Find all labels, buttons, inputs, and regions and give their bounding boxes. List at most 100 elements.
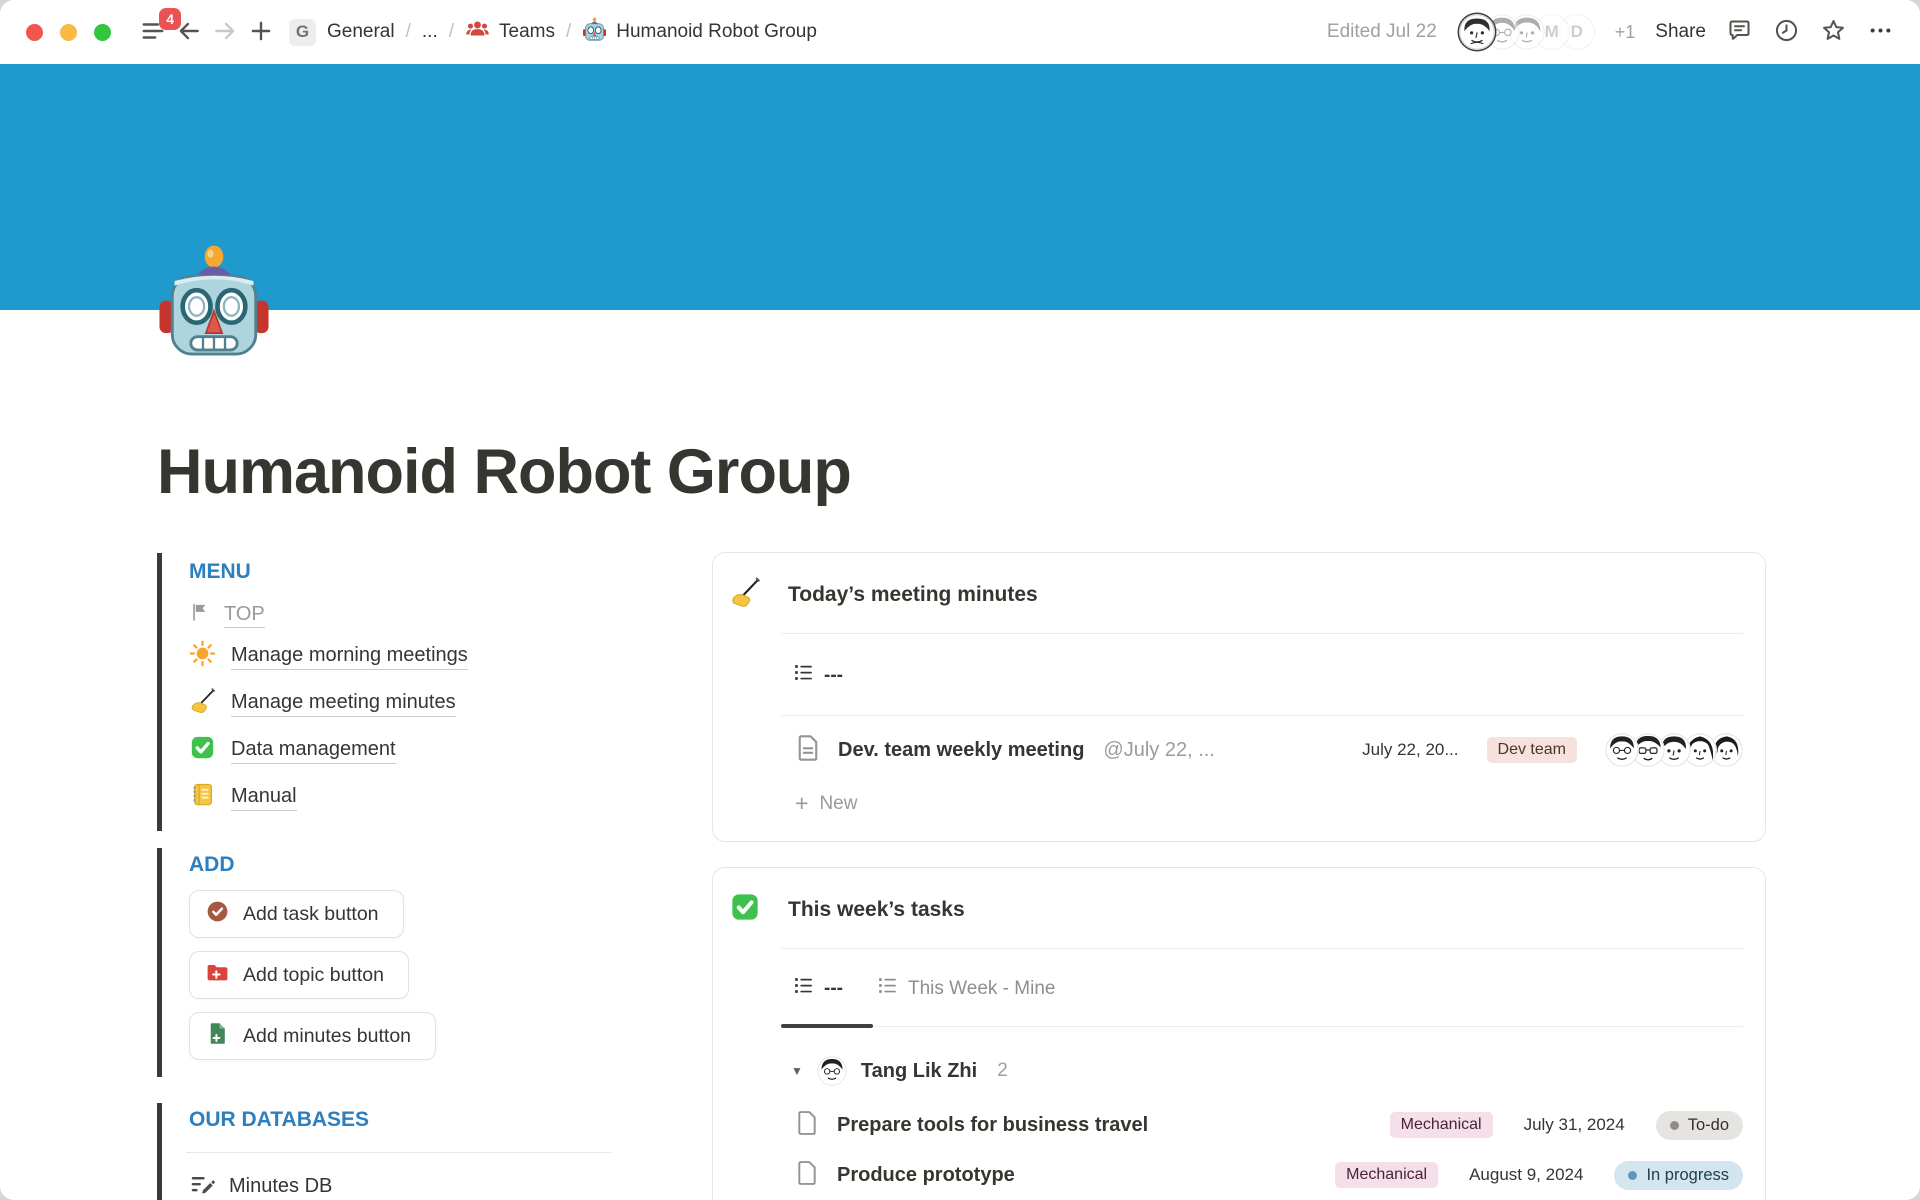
page-cover[interactable]	[0, 64, 1920, 310]
avatar[interactable]	[1459, 14, 1495, 50]
view-tab-this-week-mine[interactable]: This Week - Mine	[877, 975, 1055, 1002]
star-icon	[1820, 17, 1847, 47]
breadcrumb-page[interactable]: Humanoid Robot Group	[582, 17, 817, 48]
compose-icon	[189, 1172, 215, 1200]
writing-hand-icon	[189, 687, 216, 720]
meeting-date-mention: @July 22, ...	[1103, 739, 1214, 762]
menu-link-morning-meetings[interactable]: Manage morning meetings	[189, 633, 713, 680]
app-window: 4 G General / ... / Teams / Humanoid Rob…	[0, 0, 1920, 1200]
new-row-label: New	[819, 793, 857, 815]
toolbar: 4 G General / ... / Teams / Humanoid Rob…	[0, 0, 1920, 64]
status-label: In progress	[1646, 1166, 1729, 1185]
menu-link-data-management[interactable]: Data management	[189, 727, 713, 774]
task-title: Prepare tools for business travel	[837, 1114, 1148, 1137]
divider	[781, 633, 1743, 634]
menu-link-label: Manual	[231, 785, 297, 811]
more-options-button[interactable]	[1867, 17, 1894, 47]
avatar	[817, 1056, 847, 1086]
folder-plus-icon	[205, 960, 230, 991]
collapse-caret-icon[interactable]: ▼	[791, 1064, 803, 1078]
view-tab-default[interactable]: ---	[793, 662, 843, 689]
list-view-icon	[877, 975, 898, 1002]
favorite-button[interactable]	[1820, 17, 1847, 47]
add-minutes-button-label: Add minutes button	[243, 1025, 411, 1048]
view-tab-label: ---	[824, 665, 843, 687]
workspace-icon[interactable]: G	[289, 19, 316, 46]
breadcrumb-ellipsis[interactable]: ...	[422, 21, 438, 43]
divider	[186, 1152, 611, 1153]
breadcrumb-teams-label: Teams	[499, 21, 555, 43]
minutes-db-link[interactable]: Minutes DB	[189, 1170, 713, 1200]
forward-button[interactable]	[207, 14, 243, 50]
maximize-window-button[interactable]	[94, 24, 111, 41]
menu-link-top[interactable]: TOP	[189, 597, 713, 633]
category-tag[interactable]: Mechanical	[1390, 1112, 1493, 1138]
robot-icon	[582, 17, 607, 48]
file-plus-icon	[205, 1021, 230, 1052]
teams-people-icon	[465, 17, 490, 48]
status-badge[interactable]: To-do	[1656, 1111, 1743, 1140]
page-robot-icon[interactable]	[156, 245, 272, 361]
card-title: This week’s tasks	[788, 898, 965, 922]
add-heading: ADD	[189, 852, 713, 878]
view-tab-label: This Week - Mine	[908, 978, 1055, 1000]
updates-button[interactable]	[1773, 17, 1800, 47]
add-topic-button-label: Add topic button	[243, 964, 384, 987]
writing-hand-icon	[729, 576, 761, 613]
group-name[interactable]: Tang Lik Zhi	[861, 1060, 977, 1083]
status-badge[interactable]: In progress	[1614, 1161, 1743, 1190]
task-row[interactable]: Prepare tools for business travel Mechan…	[713, 1087, 1765, 1141]
status-dot	[1670, 1121, 1679, 1130]
status-label: To-do	[1688, 1116, 1729, 1135]
back-arrow-icon	[176, 18, 202, 47]
menu-link-meeting-minutes[interactable]: Manage meeting minutes	[189, 680, 713, 727]
right-column: Today’s meeting minutes --- Dev. team we…	[712, 552, 1766, 1200]
new-page-button[interactable]	[243, 14, 279, 50]
task-due-date: July 31, 2024	[1524, 1115, 1625, 1135]
avatar[interactable]	[1605, 733, 1639, 767]
menu-link-manual[interactable]: Manual	[189, 774, 713, 821]
view-tab-default[interactable]: ---	[793, 975, 843, 1002]
menu-heading: MENU	[189, 559, 713, 585]
comments-button[interactable]	[1726, 17, 1753, 47]
team-tag[interactable]: Dev team	[1487, 737, 1577, 763]
minimize-window-button[interactable]	[60, 24, 77, 41]
task-row-properties: Mechanical August 9, 2024 In progress	[1335, 1161, 1743, 1190]
group-count: 2	[997, 1060, 1008, 1082]
list-view-icon	[793, 975, 814, 1002]
divider	[781, 1026, 1743, 1027]
weekly-tasks-card-header: This week’s tasks	[713, 868, 1765, 948]
close-window-button[interactable]	[26, 24, 43, 41]
divider	[781, 715, 1743, 716]
view-tabs: --- This Week - Mine	[713, 949, 1765, 1026]
page-icon	[793, 1109, 821, 1142]
list-view-icon	[793, 662, 814, 689]
sidebar-toggle-button[interactable]: 4	[135, 14, 171, 50]
databases-section: OUR DATABASES Minutes DB	[157, 1103, 713, 1200]
group-header-row: ▼ Tang Lik Zhi 2	[713, 1027, 1765, 1087]
back-button[interactable]	[171, 14, 207, 50]
presence-overflow-count[interactable]: +1	[1615, 22, 1636, 43]
category-tag[interactable]: Mechanical	[1335, 1162, 1438, 1188]
meeting-minutes-card: Today’s meeting minutes --- Dev. team we…	[712, 552, 1766, 842]
add-minutes-button[interactable]: Add minutes button	[189, 1012, 436, 1060]
clock-icon	[1773, 17, 1800, 47]
task-row-properties: Mechanical July 31, 2024 To-do	[1390, 1111, 1743, 1140]
task-due-date: August 9, 2024	[1469, 1165, 1583, 1185]
meeting-row[interactable]: Dev. team weekly meeting @July 22, ... J…	[713, 716, 1765, 770]
meeting-row-properties: July 22, 20... Dev team	[1362, 733, 1743, 767]
new-row-button[interactable]: + New	[713, 770, 1765, 841]
breadcrumb-teams[interactable]: Teams	[465, 17, 555, 48]
add-topic-button[interactable]: Add topic button	[189, 951, 409, 999]
check-mark-button-icon	[729, 891, 761, 928]
breadcrumb-separator: /	[449, 21, 454, 43]
menu-link-label: Manage morning meetings	[231, 644, 468, 670]
task-row[interactable]: Produce prototype Mechanical August 9, 2…	[713, 1141, 1765, 1191]
page-title[interactable]: Humanoid Robot Group	[157, 436, 851, 508]
breadcrumb-general[interactable]: General	[327, 21, 395, 43]
check-mark-button-icon	[189, 734, 216, 767]
add-task-button[interactable]: Add task button	[189, 890, 404, 938]
plus-icon	[248, 18, 274, 47]
share-button[interactable]: Share	[1655, 21, 1706, 43]
breadcrumb-page-label: Humanoid Robot Group	[616, 21, 817, 43]
